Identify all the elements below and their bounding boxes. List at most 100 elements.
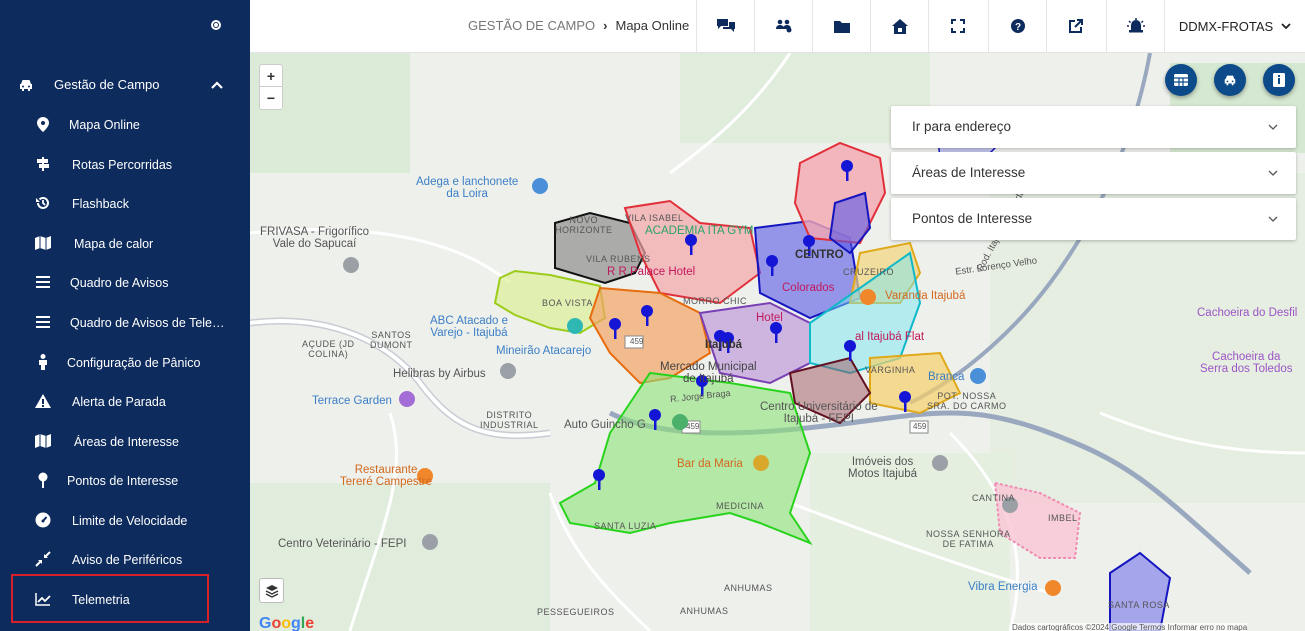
list-icon — [35, 314, 51, 330]
sidebar: Gestão de Campo Mapa Online Rotas Percor… — [0, 0, 250, 631]
sidebar-item-alerta-de-parada[interactable]: Alerta de Parada — [0, 387, 250, 417]
sidebar-item-label: Alerta de Parada — [72, 395, 166, 409]
svg-text:?: ? — [1014, 22, 1020, 33]
section-label: Gestão de Campo — [54, 77, 160, 92]
layers-button[interactable] — [259, 578, 284, 603]
fullscreen-icon — [950, 19, 965, 33]
sidebar-item-label: Rotas Percorridas — [72, 158, 173, 172]
breadcrumb: GESTÃO DE CAMPO › Mapa Online — [468, 18, 689, 33]
map-icon — [35, 235, 51, 251]
sidebar-item-label: Aviso de Periféricos — [72, 553, 183, 567]
map-label: PESSEGUEIROS — [537, 607, 615, 617]
sidebar-item-label: Mapa de calor — [74, 237, 154, 251]
map-label: CRUZEIRO — [843, 267, 894, 277]
sidebar-item-flashback[interactable]: Flashback — [0, 189, 250, 219]
sidebar-item-areas-de-interesse[interactable]: Áreas de Interesse — [0, 427, 250, 457]
google-logo: Google — [259, 615, 315, 631]
map-label: Mercado Municipal de Itajubá — [660, 361, 757, 385]
table-icon — [1174, 74, 1188, 86]
map-attribution[interactable]: Dados cartográficos ©2024 Google Termos … — [1012, 623, 1248, 631]
sidebar-item-configuracao-de-panico[interactable]: Configuração de Pânico — [0, 348, 250, 378]
alarm-icon — [1126, 18, 1145, 33]
zoom-control: + − — [259, 64, 283, 110]
map-label: FRIVASA - Frigorífico Vale do Sapucaí — [260, 226, 370, 250]
map-label: Hotel — [756, 312, 783, 324]
map-label: 459 — [630, 337, 644, 346]
map-label: POT. NOSSA SRA. DO CARMO — [927, 391, 1007, 411]
history-icon — [35, 195, 51, 211]
map-label: MORRO CHIC — [683, 296, 747, 306]
alarm-button[interactable] — [1106, 0, 1164, 52]
chevron-down-icon — [1281, 23, 1291, 30]
map-label: Varanda Itajubá — [885, 290, 966, 302]
sidebar-item-aviso-de-perifericos[interactable]: Aviso de Periféricos — [0, 545, 250, 575]
areas-de-interesse-panel[interactable]: Áreas de Interesse — [891, 152, 1296, 194]
map-label: MEDICINA — [716, 501, 765, 511]
sidebar-item-mapa-de-calor[interactable]: Mapa de calor — [0, 229, 250, 259]
sidebar-item-label: Flashback — [72, 197, 129, 211]
map-label: Adega e lanchonete da Loira — [416, 176, 519, 200]
zoom-out-button[interactable]: − — [260, 87, 282, 109]
folder-button[interactable] — [812, 0, 870, 52]
sidebar-item-label: Áreas de Interesse — [74, 435, 179, 449]
chat-icon — [716, 19, 735, 32]
external-link-button[interactable] — [1046, 0, 1104, 52]
panel-label: Áreas de Interesse — [912, 165, 1026, 180]
zoom-in-button[interactable]: + — [260, 65, 282, 87]
help-button[interactable]: ? — [988, 0, 1046, 52]
sidebar-item-label: Configuração de Pânico — [67, 356, 201, 370]
map-label: Imóveis dos Motos Itajubá — [848, 456, 918, 480]
fullscreen-button[interactable] — [928, 0, 986, 52]
chevron-up-icon[interactable] — [210, 78, 224, 92]
map-label: Vibra Energia — [968, 581, 1038, 593]
map-label: ACADEMIA ITA GYM — [645, 225, 754, 237]
map-label: CANTINA — [972, 493, 1016, 503]
users-button[interactable] — [754, 0, 812, 52]
map-label: NOSSA SENHORA DE FATIMA — [926, 529, 1011, 549]
chevron-down-icon — [1268, 124, 1278, 130]
map-label: 459 — [686, 422, 700, 431]
sidebar-item-label: Limite de Velocidade — [72, 514, 188, 528]
external-link-icon — [1068, 19, 1083, 33]
status-dot-icon[interactable] — [211, 20, 221, 30]
sidebar-item-pontos-de-interesse[interactable]: Pontos de Interesse — [0, 466, 250, 496]
pontos-de-interesse-panel[interactable]: Pontos de Interesse — [891, 198, 1296, 240]
map-label: VILA RUBENS — [586, 254, 651, 264]
table-view-button[interactable] — [1165, 64, 1197, 96]
pin-icon — [35, 472, 51, 488]
sidebar-item-limite-de-velocidade[interactable]: Limite de Velocidade — [0, 506, 250, 536]
info-button[interactable] — [1263, 64, 1295, 96]
sidebar-item-rotas-percorridas[interactable]: Rotas Percorridas — [0, 150, 250, 180]
map-label: VARGINHA — [865, 365, 916, 375]
sidebar-item-quadro-de-avisos[interactable]: Quadro de Avisos — [0, 268, 250, 298]
map-label: ANHUMAS — [724, 583, 773, 593]
person-icon — [35, 354, 51, 370]
vehicles-button[interactable] — [1214, 64, 1246, 96]
map-label: ANHUMAS — [680, 606, 729, 616]
map-label: al Itajubá Flat — [855, 331, 925, 343]
map-label: VILA ISABEL — [625, 213, 684, 223]
map-label: 459 — [913, 422, 927, 431]
car-icon — [1224, 75, 1236, 86]
section-gestao-de-campo[interactable]: Gestão de Campo — [0, 70, 250, 100]
address-search-panel[interactable]: Ir para endereço — [891, 106, 1296, 148]
chevron-down-icon — [1268, 216, 1278, 222]
map-label: Centro Veterinário - FEPI — [278, 538, 407, 550]
map-label: Bar da Maria — [677, 458, 743, 470]
map-label: SANTA ROSA — [1108, 600, 1170, 610]
map-label: SANTOS DUMONT — [370, 330, 413, 350]
list-icon — [35, 274, 51, 290]
company-selector[interactable]: DDMX-FROTAS — [1164, 0, 1305, 52]
chevron-right-icon: › — [603, 18, 608, 33]
map-view[interactable]: Adega e lanchonete da Loira FRIVASA - Fr… — [250, 53, 1305, 631]
warning-icon — [35, 393, 51, 409]
home-button[interactable] — [870, 0, 928, 52]
sidebar-item-mapa-online[interactable]: Mapa Online — [0, 110, 250, 140]
map-label: R R Palace Hotel — [607, 266, 696, 278]
home-icon — [891, 18, 908, 34]
chat-button[interactable] — [696, 0, 754, 52]
map-label: Mineirão Atacarejo — [496, 345, 592, 357]
sidebar-item-quadro-de-avisos-telemetria[interactable]: Quadro de Avisos de Telemetria — [0, 308, 250, 338]
breadcrumb-parent[interactable]: GESTÃO DE CAMPO — [468, 18, 595, 33]
speedometer-icon — [35, 512, 51, 528]
